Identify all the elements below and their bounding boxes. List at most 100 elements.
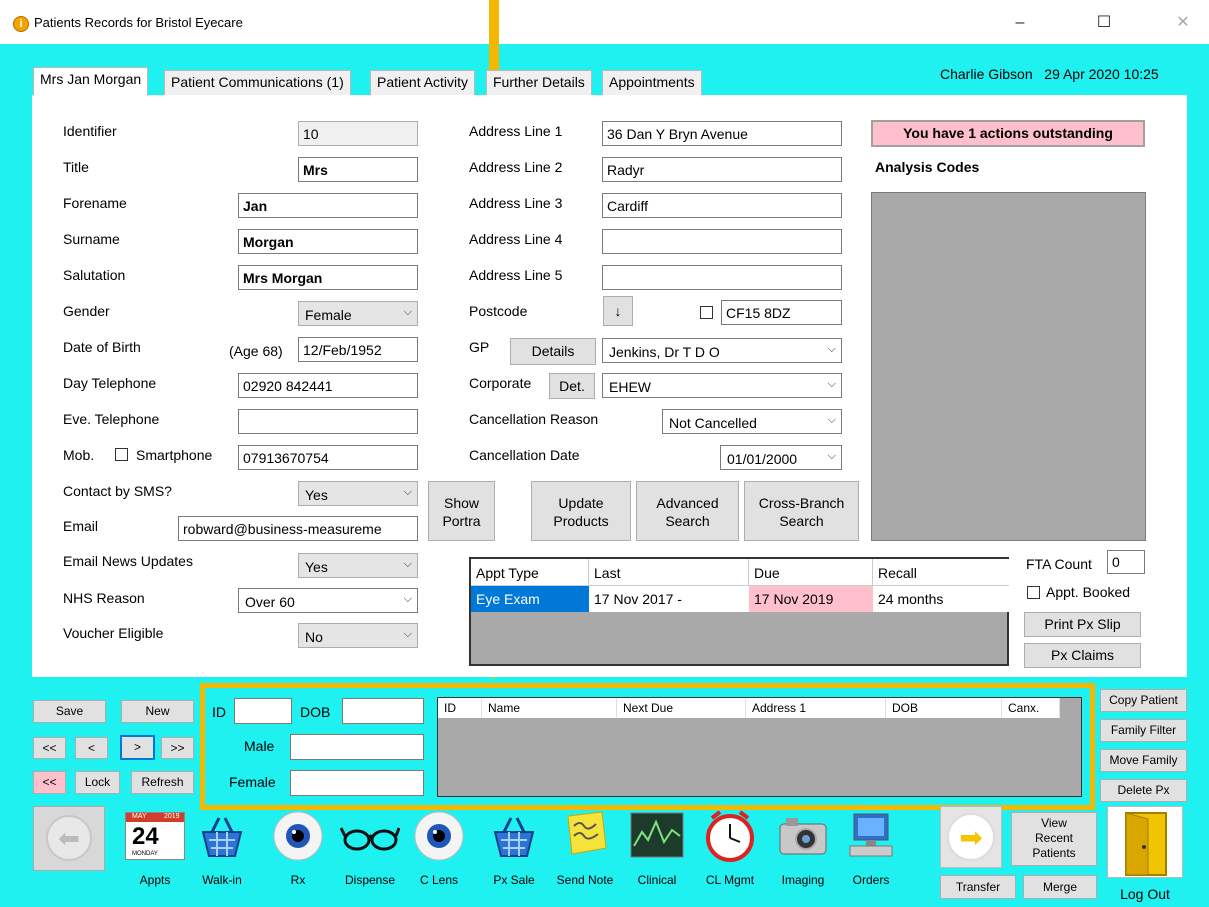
recall-header-type[interactable]: Appt Type: [471, 559, 589, 586]
rx-button[interactable]: [272, 810, 324, 862]
c-lens-button[interactable]: [413, 810, 465, 862]
dispense-button[interactable]: [339, 820, 401, 856]
appts-button[interactable]: MAY 2019 24 MONDAY: [125, 812, 185, 860]
send-note-button[interactable]: [560, 808, 610, 858]
postcode-checkbox[interactable]: [700, 306, 713, 319]
address5-field[interactable]: [602, 265, 842, 290]
day-telephone-field[interactable]: 02920 842441: [238, 373, 418, 398]
address4-field[interactable]: [602, 229, 842, 254]
actions-outstanding-banner[interactable]: You have 1 actions outstanding: [871, 120, 1145, 147]
gender-label: Gender: [63, 303, 110, 319]
right-arrow-icon: ➡: [947, 813, 995, 861]
salutation-field[interactable]: Mrs Morgan: [238, 265, 418, 290]
user-info: Charlie Gibson 29 Apr 2020 10:25: [940, 66, 1159, 82]
px-claims-button[interactable]: Px Claims: [1024, 643, 1141, 668]
tab-further-details[interactable]: Further Details: [486, 70, 592, 95]
close-button[interactable]: ✕: [1160, 8, 1206, 38]
recall-header-due[interactable]: Due: [749, 559, 873, 586]
gp-details-button[interactable]: Details: [510, 338, 596, 365]
advanced-search-button[interactable]: Advanced Search: [636, 481, 739, 541]
show-portrait-line1: Show: [443, 495, 480, 511]
first-record-button[interactable]: <<: [33, 737, 66, 759]
move-family-button[interactable]: Move Family: [1100, 749, 1187, 772]
maximize-button[interactable]: ☐: [1081, 8, 1127, 38]
eve-telephone-field[interactable]: [238, 409, 418, 434]
recall-grid[interactable]: Appt Type Last Due Recall Eye Exam 17 No…: [469, 557, 1009, 666]
cl-mgmt-button[interactable]: [704, 808, 756, 862]
title-field[interactable]: Mrs: [298, 157, 418, 182]
show-portrait-button[interactable]: Show Portra: [428, 481, 495, 541]
logout-button[interactable]: [1107, 806, 1183, 878]
delete-px-button[interactable]: Delete Px: [1100, 779, 1187, 802]
save-button[interactable]: Save: [33, 700, 106, 723]
update-products-button[interactable]: Update Products: [531, 481, 631, 541]
day-telephone-label: Day Telephone: [63, 375, 157, 391]
refresh-button[interactable]: Refresh: [131, 771, 194, 794]
postcode-field[interactable]: CF15 8DZ: [721, 300, 842, 325]
sms-select[interactable]: Yes ⌵: [298, 481, 418, 506]
surname-field[interactable]: Morgan: [238, 229, 418, 254]
gp-select[interactable]: Jenkins, Dr T D O ⌵: [602, 338, 842, 363]
copy-patient-button[interactable]: Copy Patient: [1100, 689, 1187, 712]
postcode-lookup-button[interactable]: ↓: [603, 296, 633, 326]
cancel-date-picker[interactable]: 01/01/2000 ⌵: [720, 445, 842, 470]
recall-header-last[interactable]: Last: [589, 559, 749, 586]
corporate-details-button[interactable]: Det.: [549, 373, 595, 399]
news-select[interactable]: Yes ⌵: [298, 553, 418, 578]
computer-icon: [849, 813, 893, 857]
address2-label: Address Line 2: [469, 159, 563, 175]
forename-field[interactable]: Jan: [238, 193, 418, 218]
clinical-button[interactable]: [630, 812, 684, 858]
chevron-down-icon: ⌵: [403, 558, 412, 570]
recall-header-recall[interactable]: Recall: [873, 559, 1009, 586]
identifier-field: 10: [298, 121, 418, 146]
recall-cell-due[interactable]: 17 Nov 2019: [749, 586, 873, 612]
fta-count-field[interactable]: 0: [1107, 550, 1145, 574]
transfer-button[interactable]: Transfer: [940, 875, 1016, 899]
address1-field[interactable]: 36 Dan Y Bryn Avenue: [602, 121, 842, 146]
imaging-button[interactable]: [778, 814, 828, 856]
forward-arrow-button[interactable]: ➡: [940, 806, 1002, 868]
family-filter-button[interactable]: Family Filter: [1100, 719, 1187, 742]
tab-appointments[interactable]: Appointments: [602, 70, 702, 95]
view-recent-patients-button[interactable]: View Recent Patients: [1011, 812, 1097, 866]
gender-select[interactable]: Female ⌵: [298, 301, 418, 326]
px-sale-button[interactable]: [489, 812, 539, 862]
analysis-codes-list[interactable]: [871, 192, 1146, 541]
annotation-highlight-box: [200, 683, 1095, 810]
dob-field[interactable]: 12/Feb/1952: [298, 337, 418, 362]
address3-field[interactable]: Cardiff: [602, 193, 842, 218]
back-button[interactable]: <<: [33, 771, 66, 794]
email-field[interactable]: robward@business-measureme: [178, 516, 418, 541]
recall-cell-type[interactable]: Eye Exam: [471, 586, 589, 612]
prev-record-button[interactable]: <: [75, 737, 108, 759]
orders-button[interactable]: [846, 812, 896, 860]
voucher-select[interactable]: No ⌵: [298, 623, 418, 648]
minimize-button[interactable]: –: [997, 8, 1043, 38]
print-px-slip-button[interactable]: Print Px Slip: [1024, 612, 1141, 637]
tab-communications[interactable]: Patient Communications (1): [164, 70, 351, 95]
nhs-reason-select[interactable]: Over 60 ⌵: [238, 588, 418, 613]
basket-icon: [493, 817, 535, 857]
back-arrow-button[interactable]: ⬅: [33, 806, 105, 871]
appt-booked-checkbox[interactable]: [1027, 586, 1040, 599]
imaging-label: Imaging: [781, 873, 825, 887]
tab-activity[interactable]: Patient Activity: [370, 70, 476, 95]
recall-cell-recall[interactable]: 24 months: [873, 586, 1009, 612]
corporate-select[interactable]: EHEW ⌵: [602, 373, 842, 398]
address2-field[interactable]: Radyr: [602, 157, 842, 182]
next-record-button[interactable]: >: [120, 735, 155, 760]
merge-button[interactable]: Merge: [1023, 875, 1097, 899]
corporate-value: EHEW: [609, 379, 651, 395]
lock-button[interactable]: Lock: [75, 771, 120, 794]
new-button[interactable]: New: [121, 700, 194, 723]
walk-in-button[interactable]: [197, 812, 247, 862]
smartphone-checkbox[interactable]: [115, 448, 128, 461]
recall-cell-last[interactable]: 17 Nov 2017 -: [589, 586, 749, 612]
last-record-button[interactable]: >>: [161, 737, 194, 759]
cancel-reason-select[interactable]: Not Cancelled ⌵: [662, 409, 842, 434]
mobile-field[interactable]: 07913670754: [238, 445, 418, 470]
tab-patient[interactable]: Mrs Jan Morgan: [33, 67, 149, 96]
address1-label: Address Line 1: [469, 123, 563, 139]
cross-branch-search-button[interactable]: Cross-Branch Search: [744, 481, 859, 541]
